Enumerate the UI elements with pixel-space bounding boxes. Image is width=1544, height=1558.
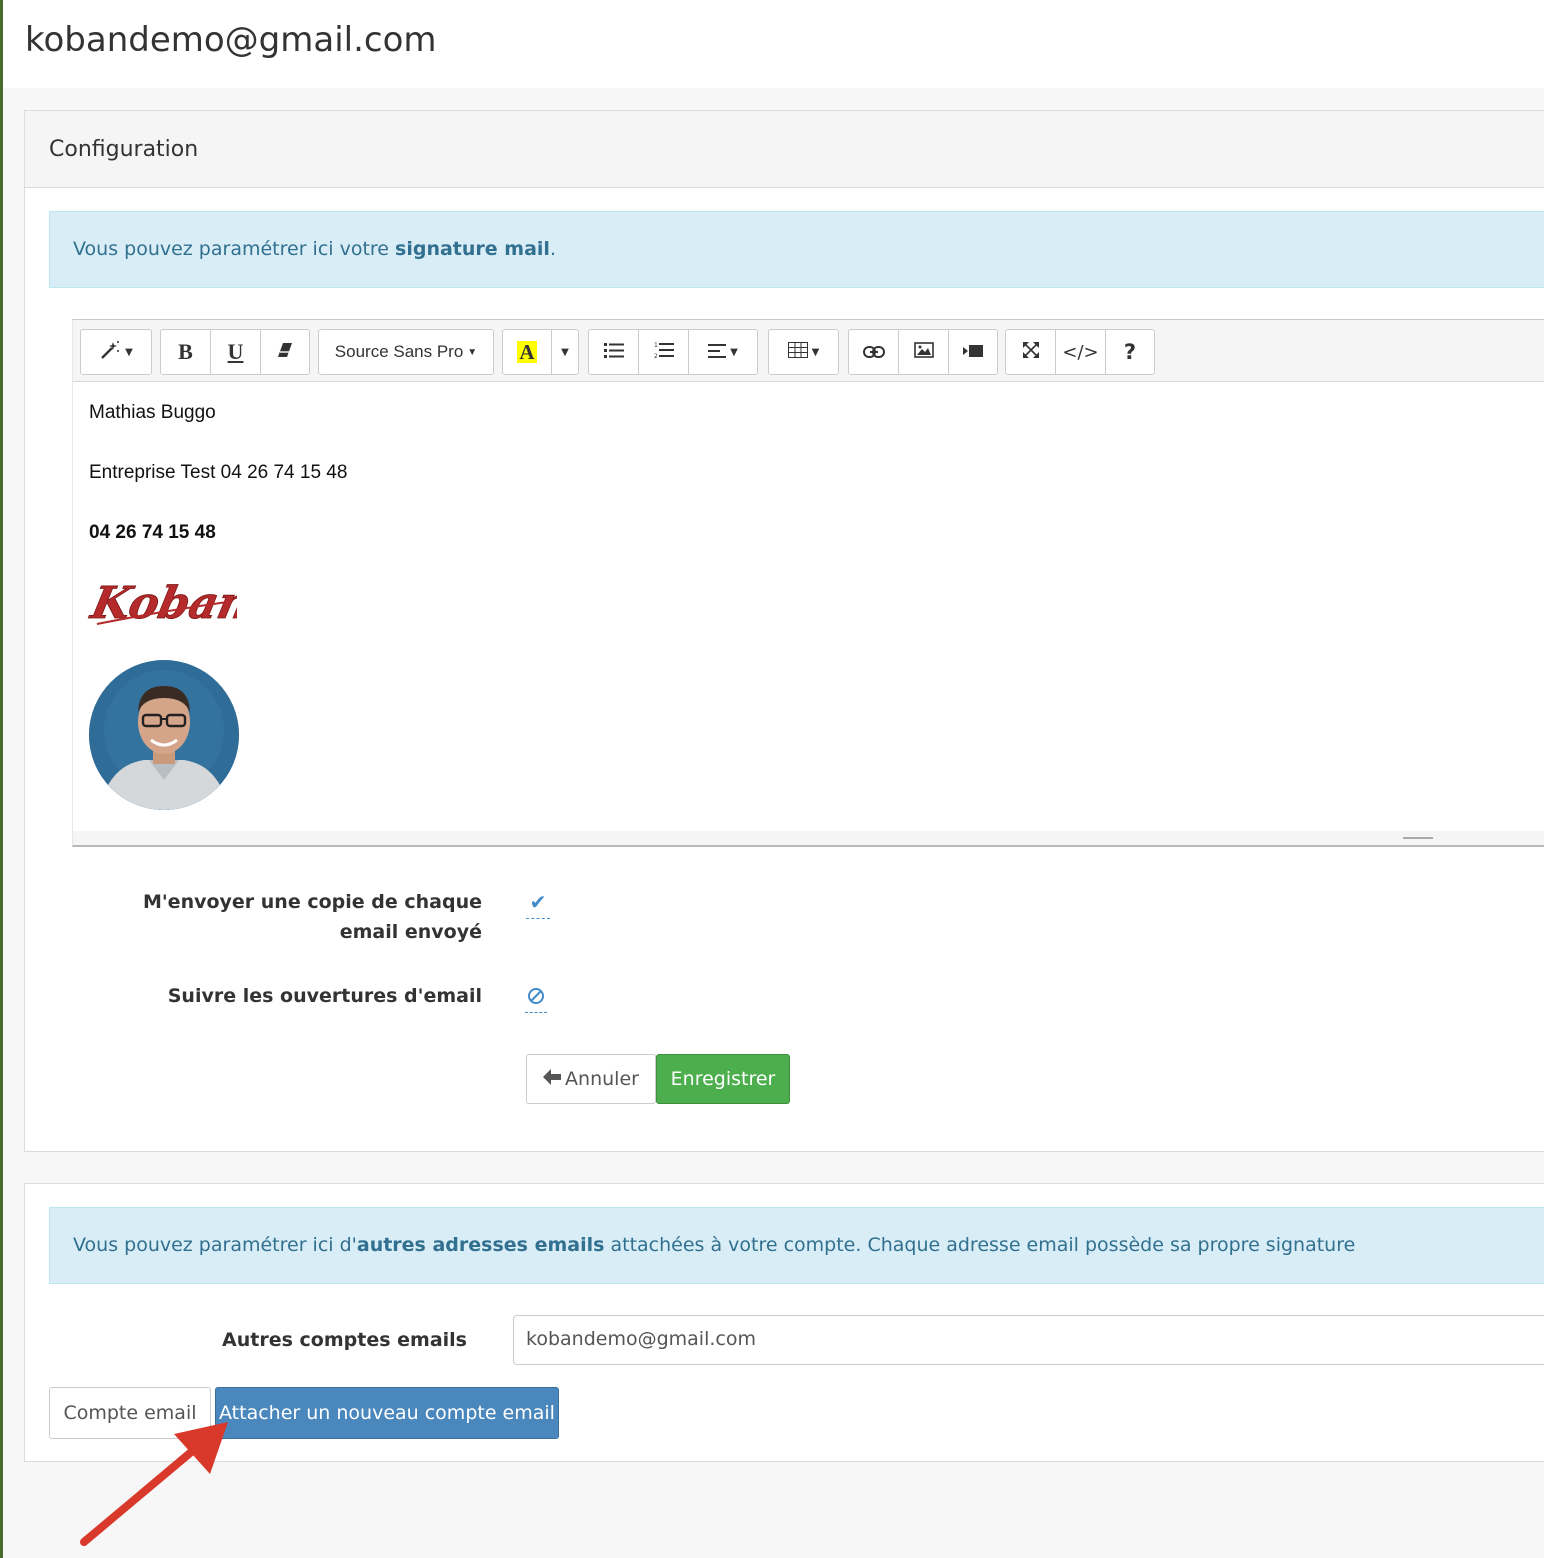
- color-dropdown-button[interactable]: ▼: [551, 329, 579, 375]
- picture-icon: [913, 341, 934, 363]
- video-button[interactable]: [948, 329, 998, 375]
- paragraph-group: 12 ▼: [588, 329, 758, 375]
- accounts-info-alert: Vous pouvez paramétrer ici d'autres adre…: [49, 1207, 1544, 1284]
- copy-email-label: M'envoyer une copie de chaque email envo…: [142, 891, 482, 943]
- signature-line-name: Mathias Buggo: [89, 402, 216, 423]
- font-name-label: Source Sans Pro: [334, 342, 464, 361]
- eraser-icon: [277, 341, 293, 363]
- ordered-list-icon: 12: [654, 341, 674, 364]
- editor-statusbar: [73, 831, 1544, 845]
- font-name-dropdown[interactable]: Source Sans Pro ▼: [318, 329, 494, 375]
- signature-line-phone: 04 26 74 15 48: [89, 522, 216, 543]
- info-bold-text: autres adresses emails: [356, 1234, 605, 1256]
- svg-text:2: 2: [654, 353, 658, 359]
- save-button[interactable]: Enregistrer: [656, 1054, 790, 1104]
- koban-logo: Koban: [87, 577, 237, 629]
- highlight-icon: A: [517, 340, 537, 364]
- signature-content-area[interactable]: Mathias Buggo Entreprise Test 04 26 74 1…: [73, 382, 1544, 832]
- page-title: kobandemo@gmail.com: [25, 20, 437, 60]
- email-accounts-panel: Vous pouvez paramétrer ici d'autres adre…: [24, 1183, 1544, 1462]
- ordered-list-button[interactable]: 12: [638, 329, 689, 375]
- video-icon: [963, 341, 983, 363]
- track-opens-label: Suivre les ouvertures d'email: [167, 985, 482, 1007]
- editor-toolbar: ▼ B U Source Sans Pro ▼ A ▼ 1 2 ▼ ▼ </> …: [73, 320, 1544, 382]
- info-text: Vous pouvez paramétrer ici d': [73, 1234, 357, 1256]
- picture-button[interactable]: [898, 329, 949, 375]
- clear-format-button[interactable]: [260, 329, 310, 375]
- cancel-label: Annuler: [565, 1068, 639, 1090]
- save-label: Enregistrer: [670, 1068, 776, 1090]
- panel-title: Configuration: [49, 137, 199, 162]
- color-group: A ▼: [502, 329, 579, 375]
- track-opens-toggle[interactable]: [525, 983, 547, 1013]
- configuration-panel: Configuration Vous pouvez paramétrer ici…: [24, 110, 1544, 1152]
- fullscreen-button[interactable]: [1005, 329, 1056, 375]
- code-view-icon: </>: [1062, 341, 1099, 363]
- highlight-color-button[interactable]: A: [502, 329, 552, 375]
- info-text-suffix: .: [549, 238, 556, 260]
- info-text-suffix: attachées à votre compte. Chaque adresse…: [604, 1234, 1356, 1256]
- arrow-left-icon: [543, 1068, 562, 1090]
- attach-account-button[interactable]: Attacher un nouveau compte email: [215, 1387, 559, 1439]
- check-icon: ✔: [529, 890, 547, 914]
- table-button[interactable]: ▼: [768, 329, 839, 375]
- underline-button[interactable]: U: [210, 329, 261, 375]
- table-icon: [787, 341, 808, 363]
- svg-text:1: 1: [654, 342, 658, 349]
- signature-line-company: Entreprise Test 04 26 74 15 48: [89, 462, 348, 483]
- insert-group: [848, 329, 998, 375]
- signature-info-alert: Vous pouvez paramétrer ici votre signatu…: [49, 211, 1544, 288]
- view-group: </> ?: [1005, 329, 1155, 375]
- unordered-list-button[interactable]: [588, 329, 639, 375]
- bold-button[interactable]: B: [160, 329, 211, 375]
- copy-email-toggle[interactable]: ✔: [526, 889, 550, 919]
- resize-handle[interactable]: [1403, 837, 1433, 839]
- info-bold-text: signature mail: [395, 238, 550, 260]
- disabled-icon: [527, 986, 545, 1010]
- style-button[interactable]: ▼: [80, 329, 152, 375]
- font-style-group: B U: [160, 329, 310, 375]
- page-header: kobandemo@gmail.com: [3, 0, 1544, 88]
- panel-heading: Configuration: [25, 111, 1544, 188]
- code-view-button[interactable]: </>: [1055, 329, 1106, 375]
- unordered-list-icon: [603, 341, 624, 363]
- align-dropdown-button[interactable]: ▼: [688, 329, 758, 375]
- signature-photo: [89, 660, 239, 810]
- help-button[interactable]: ?: [1105, 329, 1155, 375]
- other-accounts-input[interactable]: kobandemo@gmail.com: [513, 1315, 1544, 1365]
- annotation-arrow-icon: [80, 1422, 228, 1546]
- magic-icon: [99, 339, 121, 366]
- align-icon: [708, 341, 727, 363]
- help-icon: ?: [1123, 340, 1137, 364]
- window-edge: [0, 0, 3, 1558]
- style-group: ▼: [80, 329, 152, 375]
- link-icon: [862, 341, 885, 363]
- table-group: ▼: [768, 329, 839, 375]
- cancel-button[interactable]: Annuler: [526, 1054, 656, 1104]
- chevron-down-icon: ▼: [561, 346, 569, 358]
- link-button[interactable]: [848, 329, 899, 375]
- other-accounts-label: Autres comptes emails: [222, 1329, 467, 1351]
- attach-account-label: Attacher un nouveau compte email: [219, 1402, 555, 1424]
- fullscreen-icon: [1022, 341, 1040, 364]
- font-name-group: Source Sans Pro ▼: [318, 329, 494, 375]
- signature-editor: ▼ B U Source Sans Pro ▼ A ▼ 1 2 ▼ ▼ </> …: [72, 319, 1544, 847]
- info-text: Vous pouvez paramétrer ici votre: [73, 238, 396, 260]
